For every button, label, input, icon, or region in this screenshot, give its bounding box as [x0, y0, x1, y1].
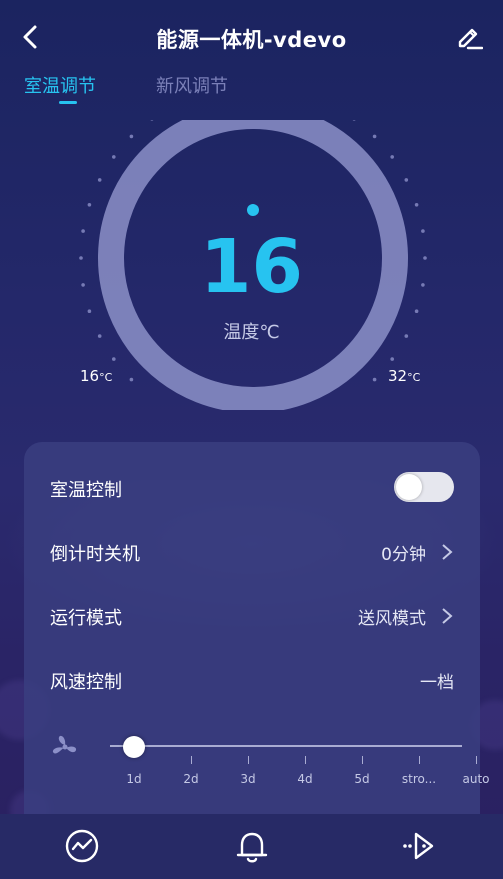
run-mode-label: 运行模式 — [50, 608, 122, 629]
room-temp-control-label: 室温控制 — [50, 480, 122, 501]
dial-scale-dot — [97, 178, 102, 182]
bell-icon — [236, 832, 268, 863]
edit-button[interactable] — [455, 22, 484, 50]
dial-scale-dot — [414, 203, 419, 207]
dial-scale-dot — [87, 203, 92, 207]
run-mode-row[interactable]: 运行模式 送风模式 — [50, 596, 454, 636]
fan-speed-value: 一档 — [420, 673, 454, 693]
bottom-nav — [0, 814, 503, 879]
dial-scale-dot — [129, 377, 134, 382]
dial-scale-dot — [390, 155, 395, 159]
chart-icon — [65, 829, 99, 863]
run-mode-value: 送风模式 — [358, 609, 426, 629]
settings-card: 室温控制 倒计时关机 0分钟 运行模式 送风模式 风速控制 一档 1d 2d 3d 4… — [24, 442, 490, 814]
temperature-unit-label: 温度℃ — [223, 322, 280, 343]
slider-tick — [248, 756, 249, 764]
slider-option-label[interactable]: 4d — [297, 772, 312, 786]
room-temp-control-row: 室温控制 — [50, 468, 454, 508]
tab-indicator — [59, 101, 77, 104]
slider-tick — [362, 756, 363, 764]
pencil-icon — [458, 28, 484, 50]
dial-scale-dot — [404, 178, 409, 182]
min-temp-label: 16°C — [80, 367, 113, 385]
fan-speed-slider[interactable]: 1d 2d 3d 4d 5d stro... auto — [50, 732, 490, 802]
fan-icon — [52, 735, 77, 754]
chevron-right-icon — [442, 608, 453, 624]
dial-indicator-dot — [247, 204, 259, 216]
slider-option-label[interactable]: stro... — [402, 772, 436, 786]
slider-tick — [191, 756, 192, 764]
slider-option-label[interactable]: 2d — [183, 772, 198, 786]
countdown-off-value: 0分钟 — [381, 545, 426, 565]
fan-speed-row: 风速控制 一档 — [50, 660, 454, 700]
room-temp-toggle[interactable] — [394, 472, 454, 502]
dial-scale-dot — [87, 309, 92, 313]
slider-track[interactable] — [110, 745, 462, 747]
slider-tick — [476, 756, 477, 764]
countdown-off-label: 倒计时关机 — [50, 544, 140, 565]
more-button[interactable] — [400, 826, 440, 866]
more-play-icon — [403, 832, 434, 860]
temperature-dial[interactable]: 16 温度℃ 16°C 32°C — [0, 120, 503, 410]
slider-option-label[interactable]: 1d — [126, 772, 141, 786]
alarm-button[interactable] — [232, 826, 272, 866]
chevron-right-icon — [442, 544, 453, 560]
slider-option-label[interactable]: auto — [462, 772, 489, 786]
toggle-knob — [396, 474, 422, 500]
slider-tick — [305, 756, 306, 764]
tab-fresh-air[interactable]: 新风调节 — [156, 72, 228, 98]
max-temp-label: 32°C — [388, 367, 421, 385]
tab-room-temp[interactable]: 室温调节 — [24, 72, 96, 98]
dial-scale-dot — [150, 120, 154, 121]
dial-scale-dot — [414, 309, 419, 313]
chart-button[interactable] — [62, 826, 102, 866]
fan-speed-label: 风速控制 — [50, 672, 122, 693]
slider-tick — [419, 756, 420, 764]
dial-scale-dot — [129, 134, 134, 139]
slider-thumb[interactable] — [123, 736, 145, 758]
dial-scale-dot — [372, 377, 377, 382]
dial-scale-dot — [372, 134, 377, 139]
slider-option-label[interactable]: 5d — [354, 772, 369, 786]
countdown-off-row[interactable]: 倒计时关机 0分钟 — [50, 532, 454, 572]
dial-scale-dot — [112, 357, 116, 361]
dial-scale-dot — [112, 155, 116, 159]
page-title: 能源一体机-vdevo — [156, 28, 347, 52]
slider-option-label[interactable]: 3d — [240, 772, 255, 786]
dial-scale-dot — [352, 120, 356, 121]
temperature-value: 16 — [200, 224, 303, 310]
dial-scale-dot — [390, 357, 395, 361]
header: 能源一体机-vdevo — [0, 0, 503, 72]
